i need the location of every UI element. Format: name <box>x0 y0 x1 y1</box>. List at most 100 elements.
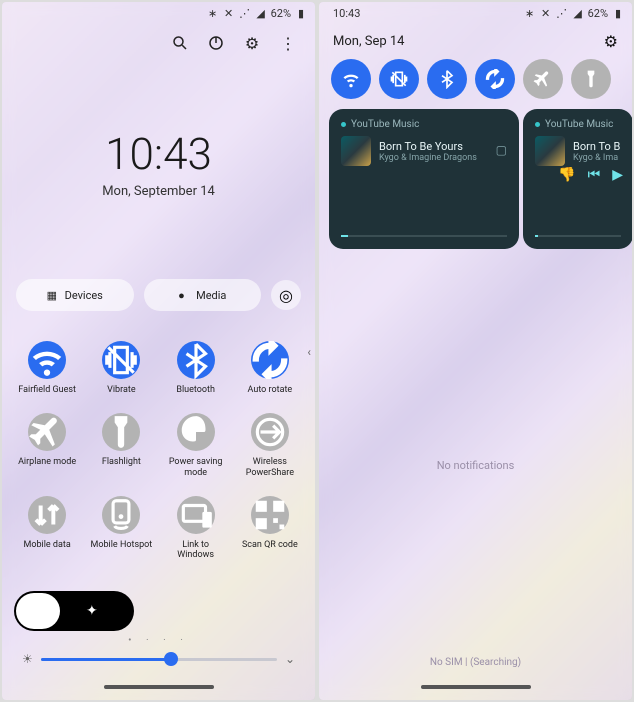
hotspot-icon <box>102 496 140 534</box>
previous-icon[interactable]: ⏮ <box>588 167 601 183</box>
devices-label: Devices <box>65 289 103 302</box>
media-icon: ● <box>178 289 190 301</box>
more-icon[interactable]: ⋮ <box>279 34 297 52</box>
vibrate-icon <box>102 341 140 379</box>
signal-icon: ◢ <box>572 7 584 19</box>
windows-icon <box>177 496 215 534</box>
wifi-icon <box>341 69 361 89</box>
media-button[interactable]: ● Media <box>144 279 262 311</box>
adaptive-brightness-toggle[interactable]: ✦ <box>14 591 134 631</box>
battery-icon: ▮ <box>612 7 624 19</box>
leaf-icon <box>177 413 215 451</box>
track-artist: Kygo & Imagine Dragons <box>379 153 477 163</box>
status-time: 10:43 <box>327 7 360 20</box>
wifi-icon: ⋰ <box>239 7 251 19</box>
toggle-label: Scan QR code <box>242 540 298 550</box>
flashlight-icon <box>102 413 140 451</box>
gear-icon[interactable]: ⚙ <box>243 34 261 52</box>
clock: 10:43 Mon, September 14 <box>2 128 315 199</box>
quick-airplane[interactable] <box>523 59 563 99</box>
album-art <box>341 136 371 166</box>
search-icon[interactable] <box>171 34 189 52</box>
bluetooth-icon: ∗ <box>524 7 536 19</box>
toggle-powersave[interactable]: Power saving mode <box>161 413 231 478</box>
toggle-label: Mobile Hotspot <box>91 540 153 550</box>
mute-icon: ✕ <box>223 7 235 19</box>
track-title: Born To B <box>573 140 620 153</box>
qr-icon <box>251 496 289 534</box>
share-icon <box>251 413 289 451</box>
signal-icon: ◢ <box>255 7 267 19</box>
mute-icon: ✕ <box>540 7 552 19</box>
toggle-label: Link to Windows <box>164 540 228 561</box>
smartthings-icon: ◎ <box>279 286 293 305</box>
toggle-linkwin[interactable]: Link to Windows <box>161 496 231 561</box>
phone-left: ∗ ✕ ⋰ ◢ 62% ▮ ⚙ ⋮ 10:43 Mon, September 1… <box>2 2 315 700</box>
toggle-wifi[interactable]: Fairfield Guest <box>12 341 82 395</box>
bluetooth-icon: ∗ <box>207 7 219 19</box>
media-source: YouTube Music <box>535 119 621 130</box>
toggle-vibrate[interactable]: Vibrate <box>86 341 156 395</box>
power-icon[interactable] <box>207 34 225 52</box>
quick-toggle-row <box>319 59 632 109</box>
devices-icon: ▦ <box>47 289 59 301</box>
quick-autorotate[interactable] <box>475 59 515 99</box>
toggle-label: Airplane mode <box>18 457 76 467</box>
battery-text: 62% <box>588 7 608 20</box>
toggle-scanqr[interactable]: Scan QR code <box>235 496 305 561</box>
battery-icon: ▮ <box>295 7 307 19</box>
toggle-airplane[interactable]: Airplane mode <box>12 413 82 478</box>
bluetooth-icon <box>437 69 457 89</box>
wifi-icon: ⋰ <box>556 7 568 19</box>
media-label: Media <box>196 289 226 302</box>
toggle-autorotate[interactable]: Auto rotate <box>235 341 305 395</box>
rotate-icon <box>251 341 289 379</box>
toggle-label: Mobile data <box>24 540 71 550</box>
nav-bar[interactable] <box>319 674 632 700</box>
clock-time: 10:43 <box>2 128 315 180</box>
sun-low-icon: ☀ <box>22 652 33 666</box>
data-icon <box>28 496 66 534</box>
quick-bluetooth[interactable] <box>427 59 467 99</box>
sim-status: No SIM | (Searching) <box>319 657 632 674</box>
media-card[interactable]: YouTube Music Born To Be Yours Kygo & Im… <box>329 109 519 249</box>
progress-bar[interactable] <box>341 235 507 237</box>
media-source: YouTube Music <box>341 119 507 130</box>
toggle-label: Bluetooth <box>176 385 215 395</box>
toggle-label: Wireless PowerShare <box>238 457 302 478</box>
toggle-bluetooth[interactable]: Bluetooth <box>161 341 231 395</box>
play-icon[interactable]: ▶ <box>612 167 623 183</box>
smartthings-button[interactable]: ◎ <box>271 280 301 310</box>
progress-bar[interactable] <box>535 235 621 237</box>
vibrate-icon <box>389 69 409 89</box>
toggle-powershare[interactable]: Wireless PowerShare <box>235 413 305 478</box>
autorotate-icon <box>485 69 505 89</box>
chevron-down-icon[interactable]: ⌄ <box>285 652 295 666</box>
clock-date: Mon, September 14 <box>2 184 315 199</box>
nav-bar[interactable] <box>2 674 315 700</box>
adaptive-icon: ✦ <box>86 603 98 619</box>
toggle-flashlight[interactable]: Flashlight <box>86 413 156 478</box>
quick-vibrate[interactable] <box>379 59 419 99</box>
no-notifications-text: No notifications <box>319 459 632 472</box>
quick-wifi[interactable] <box>331 59 371 99</box>
media-card-next[interactable]: YouTube Music Born To B Kygo & Ima 👎 ⏮ ▶ <box>523 109 632 249</box>
quick-flashlight[interactable] <box>571 59 611 99</box>
devices-button[interactable]: ▦ Devices <box>16 279 134 311</box>
album-art <box>535 136 565 166</box>
phone-right: 10:43 ∗ ✕ ⋰ ◢ 62% ▮ Mon, Sep 14 ⚙ YouTub… <box>319 2 632 700</box>
flashlight-icon <box>581 69 601 89</box>
toggle-mobiledata[interactable]: Mobile data <box>12 496 82 561</box>
toggle-hotspot[interactable]: Mobile Hotspot <box>86 496 156 561</box>
bluetooth-icon <box>177 341 215 379</box>
toggle-label: Power saving mode <box>164 457 228 478</box>
brightness-slider[interactable]: ☀ ⌄ <box>12 646 305 674</box>
page-caret-icon[interactable]: ‹ <box>307 345 311 359</box>
quick-settings-grid: ‹ Fairfield GuestVibrate Bluetooth Auto ro… <box>2 323 315 567</box>
toggle-label: Flashlight <box>102 457 141 467</box>
output-device-icon[interactable]: ▢ <box>496 143 507 157</box>
track-artist: Kygo & Ima <box>573 153 620 163</box>
panel-date: Mon, Sep 14 <box>333 34 404 49</box>
gear-icon[interactable]: ⚙ <box>604 32 618 51</box>
dislike-icon[interactable]: 👎 <box>558 167 575 183</box>
